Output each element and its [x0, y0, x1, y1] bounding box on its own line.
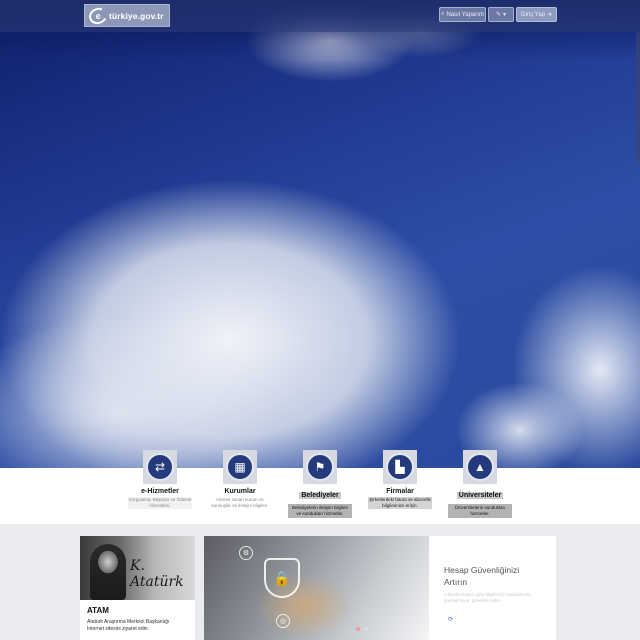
security-desc: e-Devlet Kapısı giriş bilgileriniz başka…: [444, 592, 531, 603]
slider-dot[interactable]: [364, 627, 368, 631]
service-desc: Sorgulama, Başvuru ve Ödeme Hizmetleri.: [128, 497, 192, 509]
service-title: Belediyeler: [299, 492, 341, 499]
shield-lock-icon: 🔒: [264, 558, 300, 598]
atam-card[interactable]: K. Atatürk ATAM Atatürk Araştırma Merkez…: [80, 536, 195, 640]
graduation-cap-icon: ▲: [466, 453, 494, 481]
service-icon-frame: ▙: [383, 450, 417, 484]
service-icon-frame: ⇄: [143, 450, 177, 484]
service-icon-frame: ⚑: [303, 450, 337, 484]
wrench-icon: ✎: [495, 12, 501, 18]
service-e-hizmetler[interactable]: ⇄ e-Hizmetler Sorgulama, Başvuru ve Ödem…: [120, 450, 200, 509]
network-icon: ⚙: [239, 546, 253, 560]
how-to-button[interactable]: ⌕ Nasıl Yaparım: [439, 7, 486, 22]
service-icon-frame: ▦: [223, 450, 257, 484]
logo-text: türkiye.gov.tr: [109, 10, 164, 21]
ataturk-portrait: [90, 544, 126, 600]
service-desc: Hizmet sunan kurum ve kuruluşlar ve ilet…: [211, 497, 269, 508]
site-logo[interactable]: e türkiye.gov.tr: [84, 4, 170, 27]
how-to-label: Nasıl Yaparım: [446, 11, 484, 18]
hero-banner: [0, 0, 640, 468]
service-title: Üniversiteler: [456, 492, 504, 499]
search-icon: ⌕: [441, 11, 445, 17]
service-title: Firmalar: [386, 488, 414, 495]
slider-dots: [356, 627, 368, 631]
chevron-down-icon: ▾: [503, 12, 507, 18]
security-image: ⚙ 🔒 ◎: [204, 536, 429, 640]
building-icon: ▦: [226, 453, 254, 481]
page-scrollbar[interactable]: [636, 32, 640, 162]
ataturk-signature: K. Atatürk: [130, 558, 184, 590]
refresh-icon[interactable]: ⟳: [448, 616, 453, 623]
top-bar: e türkiye.gov.tr ⌕ Nasıl Yaparım ✎ ▾ Gir…: [0, 0, 640, 32]
service-desc: Üniversitelerin sundukları hizmetler.: [448, 504, 512, 518]
service-kurumlar[interactable]: ▦ Kurumlar Hizmet sunan kurum ve kuruluş…: [200, 450, 280, 509]
service-desc: Şirketlerdeki fatura ve abonelik bilgile…: [368, 497, 432, 509]
tools-button[interactable]: ✎ ▾: [488, 7, 514, 22]
service-desc: Belediyelerin iletişim bilgileri ve sund…: [288, 504, 352, 518]
sign-in-icon: ➜: [547, 12, 553, 18]
factory-icon: ▙: [386, 453, 414, 481]
atam-title: ATAM: [87, 606, 109, 615]
security-slider-card[interactable]: ⚙ 🔒 ◎ Hesap Güvenliğinizi Artırın e-Devl…: [204, 536, 556, 640]
service-title: e-Hizmetler: [141, 488, 179, 495]
login-button[interactable]: Giriş Yap ➜: [516, 7, 557, 22]
security-title: Hesap Güvenliğinizi Artırın: [444, 565, 520, 587]
atam-image: K. Atatürk: [80, 536, 195, 600]
slider-dot[interactable]: [356, 627, 360, 631]
service-title: Kurumlar: [224, 488, 256, 495]
atam-desc: Atatürk Araştırma Merkezi Başkanlığı İnt…: [87, 619, 170, 632]
refresh-arrows-icon: ⇄: [146, 453, 174, 481]
services-strip: ⇄ e-Hizmetler Sorgulama, Başvuru ve Ödem…: [0, 450, 640, 524]
e-logo-icon: e: [86, 4, 110, 27]
globe-icon: ◎: [276, 614, 290, 628]
service-belediyeler[interactable]: ⚑ Belediyeler Belediyelerin iletişim bil…: [280, 450, 360, 518]
signpost-icon: ⚑: [306, 453, 334, 481]
login-label: Giriş Yap: [520, 11, 546, 18]
service-firmalar[interactable]: ▙ Firmalar Şirketlerdeki fatura ve abone…: [360, 450, 440, 509]
service-icon-frame: ▲: [463, 450, 497, 484]
service-universiteler[interactable]: ▲ Üniversiteler Üniversitelerin sundukla…: [440, 450, 520, 518]
